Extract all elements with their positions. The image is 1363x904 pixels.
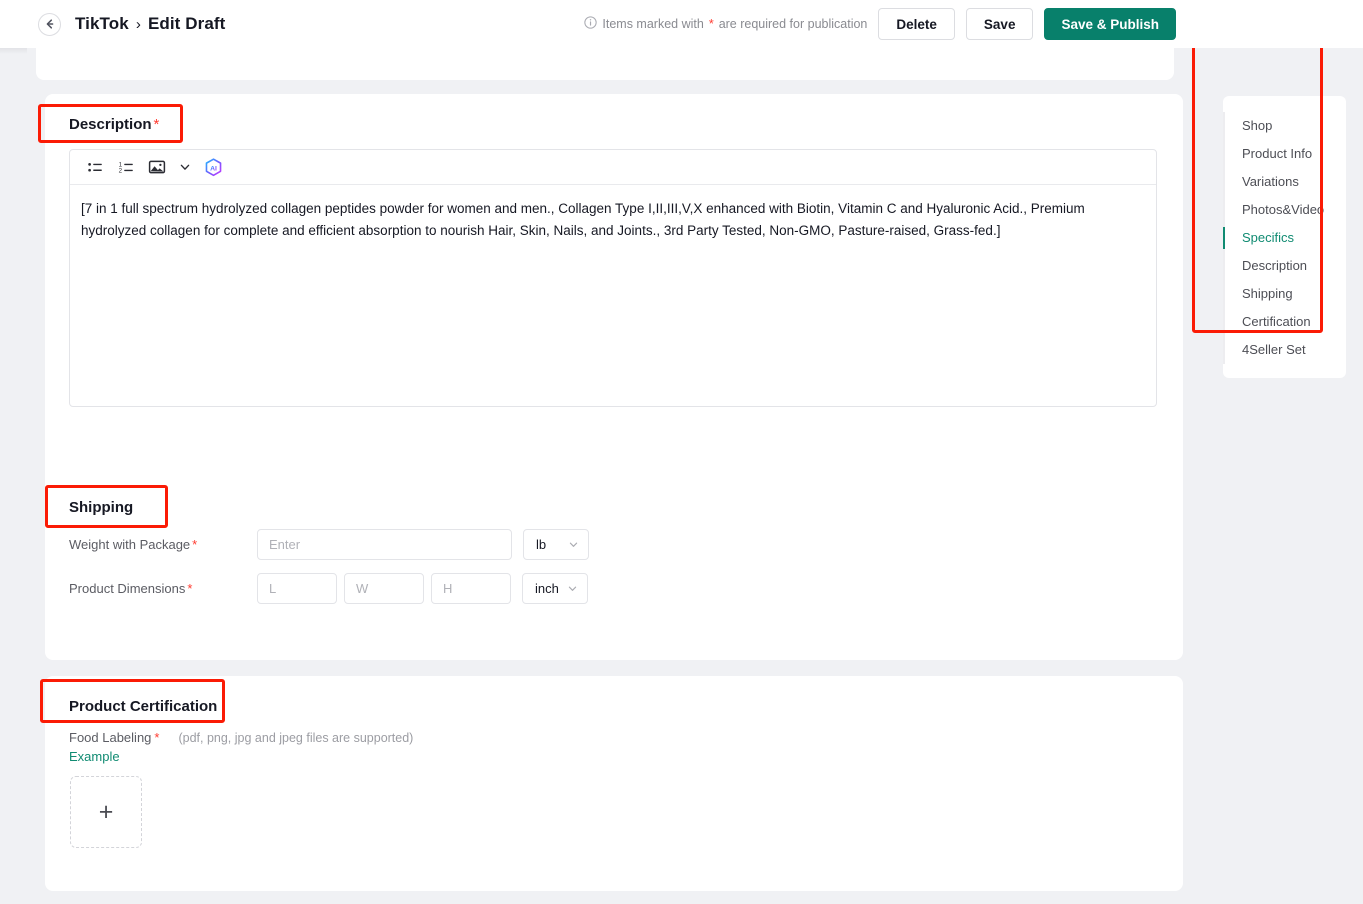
editor-toolbar: 1 2 AI [70, 150, 1156, 185]
file-upload-button[interactable]: + [70, 776, 142, 848]
dimension-length-input[interactable] [257, 573, 337, 604]
weight-required-star: * [192, 537, 198, 552]
nav-item-product-info[interactable]: Product Info [1225, 140, 1346, 168]
food-labeling-label: Food Labeling * [69, 730, 159, 745]
breadcrumb-root[interactable]: TikTok [75, 14, 129, 34]
food-labeling-required-star: * [154, 730, 160, 745]
certification-section-title: Product Certification [69, 698, 218, 715]
weight-unit-select[interactable]: lb [523, 529, 589, 560]
dimensions-label-text: Product Dimensions [69, 581, 186, 596]
ai-assistant-icon[interactable]: AI [200, 154, 226, 180]
description-editor[interactable]: 1 2 AI [7 in 1 full spectrum hydrolyzed … [69, 149, 1157, 407]
certification-card: Product Certification Food Labeling * (pd… [45, 676, 1183, 891]
description-text[interactable]: [7 in 1 full spectrum hydrolyzed collage… [70, 185, 1156, 406]
top-bar-actions: Items marked with * are required for pub… [584, 8, 1355, 40]
nav-item-4seller-set[interactable]: 4Seller Set [1225, 336, 1346, 364]
description-title-text: Description [69, 116, 152, 133]
image-icon[interactable] [144, 154, 170, 180]
description-section-title: Description * [45, 94, 1183, 133]
section-navigation-list: Shop Product Info Variations Photos&Vide… [1223, 112, 1346, 364]
breadcrumb-current: Edit Draft [147, 14, 226, 33]
food-labeling-label-text: Food Labeling [69, 730, 152, 745]
description-required-star: * [153, 116, 160, 133]
dimension-unit-select[interactable]: inch [522, 573, 588, 604]
weight-label-text: Weight with Package [69, 537, 191, 552]
chevron-down-icon [568, 539, 579, 550]
bullet-list-icon[interactable] [82, 154, 108, 180]
required-note-suffix: are required for publication [718, 17, 868, 31]
section-navigation: Shop Product Info Variations Photos&Vide… [1223, 96, 1346, 378]
numbered-list-icon[interactable]: 1 2 [113, 154, 139, 180]
nav-item-variations[interactable]: Variations [1225, 168, 1346, 196]
weight-input[interactable] [257, 529, 512, 560]
save-and-publish-button[interactable]: Save & Publish [1044, 8, 1176, 40]
weight-row: Weight with Package* lb [45, 529, 1183, 560]
breadcrumb: TikTok › Edit Draft [75, 14, 225, 34]
dimension-height-input[interactable] [431, 573, 511, 604]
left-rail-top [0, 0, 27, 48]
dimensions-label: Product Dimensions * [69, 581, 257, 596]
info-circle-icon [584, 16, 598, 32]
dimensions-row: Product Dimensions* inch [45, 573, 1183, 604]
save-button[interactable]: Save [965, 8, 1034, 40]
nav-item-photos-video[interactable]: Photos&Video [1225, 196, 1346, 224]
svg-text:2: 2 [118, 167, 122, 174]
back-button[interactable] [38, 12, 61, 36]
example-link[interactable]: Example [45, 749, 1183, 764]
nav-item-shop[interactable]: Shop [1225, 112, 1346, 140]
chevron-down-icon [567, 583, 578, 594]
nav-item-description[interactable]: Description [1225, 252, 1346, 280]
required-note-prefix: Items marked with [602, 17, 704, 31]
left-rail-shadow [0, 48, 27, 54]
shipping-section-title: Shipping [69, 499, 134, 516]
shipping-card: Shipping Weight with Package* lb Product… [45, 477, 1183, 660]
chevron-down-icon[interactable] [175, 154, 195, 180]
nav-item-certification[interactable]: Certification [1225, 308, 1346, 336]
nav-item-specifics[interactable]: Specifics [1223, 224, 1346, 252]
breadcrumb-separator: › [135, 15, 141, 33]
left-rail [0, 0, 27, 904]
file-format-hint: (pdf, png, jpg and jpeg files are suppor… [178, 731, 414, 745]
required-note: Items marked with * are required for pub… [584, 16, 867, 32]
description-card: Description * 1 2 AI [7 in 1 full spectr… [45, 94, 1183, 508]
nav-item-shipping[interactable]: Shipping [1225, 280, 1346, 308]
weight-unit-value: lb [536, 537, 547, 552]
page-scroll-area[interactable]: Description * 1 2 AI [7 in 1 full spectr… [27, 42, 1363, 904]
plus-icon: + [98, 797, 114, 826]
weight-label: Weight with Package * [69, 537, 257, 552]
top-bar: TikTok › Edit Draft Items marked with * … [27, 0, 1363, 48]
back-arrow-icon [44, 18, 56, 30]
dimension-width-input[interactable] [344, 573, 424, 604]
dimension-unit-value: inch [535, 581, 559, 596]
dimensions-required-star: * [187, 581, 193, 596]
svg-text:AI: AI [210, 165, 217, 172]
required-note-star: * [708, 17, 714, 31]
food-labeling-row: Food Labeling * (pdf, png, jpg and jpeg f… [45, 730, 1183, 745]
delete-button[interactable]: Delete [878, 8, 955, 40]
